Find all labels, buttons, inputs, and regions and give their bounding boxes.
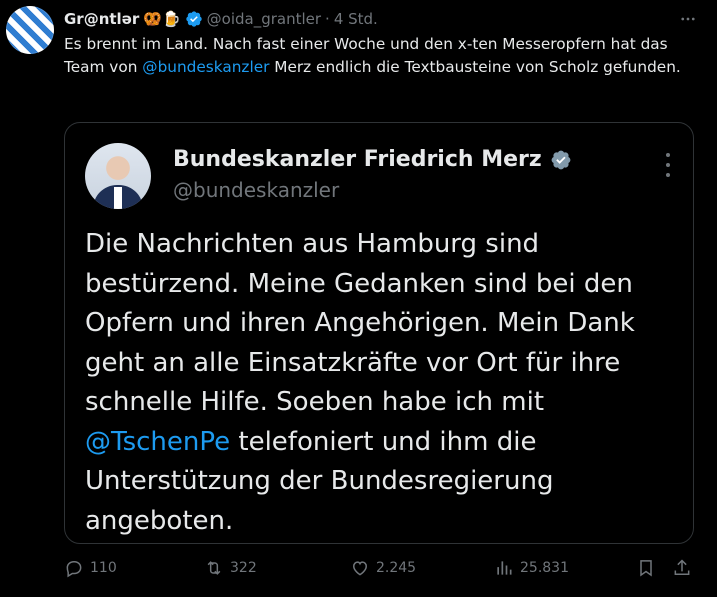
tweet-header: Gr@ntlər 🥨🍺 @oida_grantler · 4 Std. [64, 8, 697, 30]
views-count: 25.831 [520, 560, 569, 576]
like-button[interactable]: 2.245 [350, 558, 416, 578]
tweet-actions-bar: 110 322 2.245 25.831 [64, 558, 704, 584]
views-chart-icon [497, 561, 512, 575]
repost-icon [207, 561, 221, 575]
author-display-name[interactable]: Gr@ntlər [64, 10, 139, 28]
bookmark-icon [640, 560, 652, 577]
avatar-shirt [114, 187, 122, 209]
tweet-timestamp[interactable]: 4 Std. [334, 10, 378, 28]
repost-count: 322 [230, 560, 257, 576]
reply-button[interactable]: 110 [64, 558, 117, 578]
mention-link[interactable]: @bundeskanzler [142, 58, 269, 76]
share-icon [674, 559, 690, 575]
quoted-author-avatar[interactable] [85, 143, 151, 209]
quoted-more-options-icon[interactable] [661, 153, 675, 177]
bookmark-button[interactable] [636, 558, 662, 578]
author-avatar[interactable] [6, 6, 54, 54]
separator-dot: · [325, 10, 330, 28]
repost-button[interactable]: 322 [204, 558, 257, 578]
quoted-mention-link[interactable]: @TschenPe [85, 427, 230, 457]
quoted-author-name-row: Bundeskanzler Friedrich Merz [173, 147, 572, 172]
quoted-text-part: Die Nachrichten aus Hamburg sind bestürz… [85, 229, 635, 417]
more-options-icon[interactable] [677, 8, 699, 30]
name-emojis: 🥨🍺 [143, 10, 181, 28]
like-count: 2.245 [376, 560, 417, 576]
quoted-tweet-text: Die Nachrichten aus Hamburg sind bestürz… [85, 225, 675, 541]
author-handle[interactable]: @oida_grantler [207, 10, 321, 28]
quoted-tweet-card[interactable]: Bundeskanzler Friedrich Merz @bundeskanz… [64, 122, 694, 544]
tweet-text-part: Merz endlich die Textbausteine von Schol… [269, 58, 681, 76]
quoted-author-handle[interactable]: @bundeskanzler [173, 178, 339, 202]
quoted-author-display-name[interactable]: Bundeskanzler Friedrich Merz [173, 147, 542, 172]
heart-icon [352, 561, 368, 576]
reply-count: 110 [90, 560, 117, 576]
government-verified-icon [550, 149, 572, 171]
verified-badge-icon [185, 10, 203, 28]
share-button[interactable] [672, 558, 698, 578]
views-button[interactable]: 25.831 [494, 558, 569, 578]
reply-icon [66, 561, 82, 578]
tweet-text: Es brennt im Land. Nach fast einer Woche… [64, 33, 704, 79]
